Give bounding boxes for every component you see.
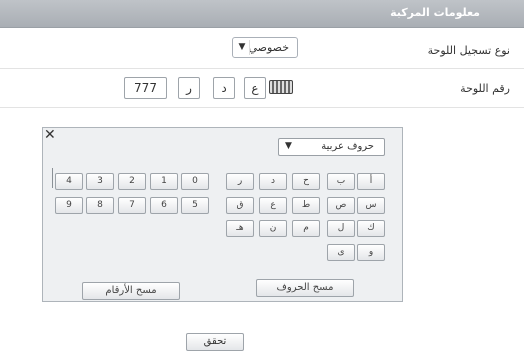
letter-key[interactable]: ل: [327, 220, 355, 237]
plate-type-label: نوع تسجيل اللوحة: [427, 44, 510, 57]
digit-key[interactable]: 5: [181, 197, 209, 214]
letter-key[interactable]: ص: [327, 197, 355, 214]
verify-button[interactable]: تحقق: [186, 333, 244, 351]
section-title: معلومات المركبة: [390, 6, 480, 19]
plate-number-label: رقم اللوحة: [460, 82, 510, 95]
row-divider: [0, 68, 524, 69]
digit-key[interactable]: 6: [150, 197, 178, 214]
letter-key[interactable]: أ: [357, 173, 385, 190]
clear-letters-button[interactable]: مسح الحروف: [256, 279, 354, 297]
letter-key[interactable]: ر: [226, 173, 254, 190]
letter-key[interactable]: س: [357, 197, 385, 214]
digit-key[interactable]: 7: [118, 197, 146, 214]
close-x-icon[interactable]: ✕: [44, 127, 56, 143]
letter-key[interactable]: ع: [259, 197, 287, 214]
digit-key[interactable]: 4: [55, 173, 83, 190]
plate-digits-input[interactable]: 777: [124, 77, 167, 99]
letter-key[interactable]: هـ: [226, 220, 254, 237]
chevron-down-icon: ▼: [235, 40, 250, 55]
digit-key[interactable]: 0: [181, 173, 209, 190]
keyboard-icon[interactable]: [269, 80, 293, 94]
letter-key[interactable]: و: [357, 244, 385, 261]
plate-type-value: خصوصي: [248, 41, 289, 54]
keyboard-mode-select[interactable]: حروف عربية ▼: [278, 138, 385, 156]
letter-key[interactable]: ب: [327, 173, 355, 190]
letter-key[interactable]: ق: [226, 197, 254, 214]
plate-letter-3-input[interactable]: ع: [244, 77, 266, 99]
letter-key[interactable]: د: [259, 173, 287, 190]
row-divider: [0, 107, 524, 108]
keyboard-separator: [52, 168, 53, 188]
letter-key[interactable]: ح: [292, 173, 320, 190]
letter-key[interactable]: ط: [292, 197, 320, 214]
letter-key[interactable]: ى: [327, 244, 355, 261]
chevron-down-icon: ▼: [285, 141, 292, 151]
digit-key[interactable]: 9: [55, 197, 83, 214]
letter-key[interactable]: ك: [357, 220, 385, 237]
letter-key[interactable]: م: [292, 220, 320, 237]
digit-key[interactable]: 1: [150, 173, 178, 190]
plate-letter-2-input[interactable]: د: [213, 77, 235, 99]
digit-key[interactable]: 8: [86, 197, 114, 214]
plate-type-select[interactable]: خصوصي ▼: [232, 37, 298, 58]
letter-key[interactable]: ن: [259, 220, 287, 237]
digit-key[interactable]: 3: [86, 173, 114, 190]
keyboard-mode-value: حروف عربية: [321, 141, 374, 152]
digit-key[interactable]: 2: [118, 173, 146, 190]
clear-digits-button[interactable]: مسح الأرقام: [82, 282, 180, 300]
plate-letter-1-input[interactable]: ر: [178, 77, 200, 99]
